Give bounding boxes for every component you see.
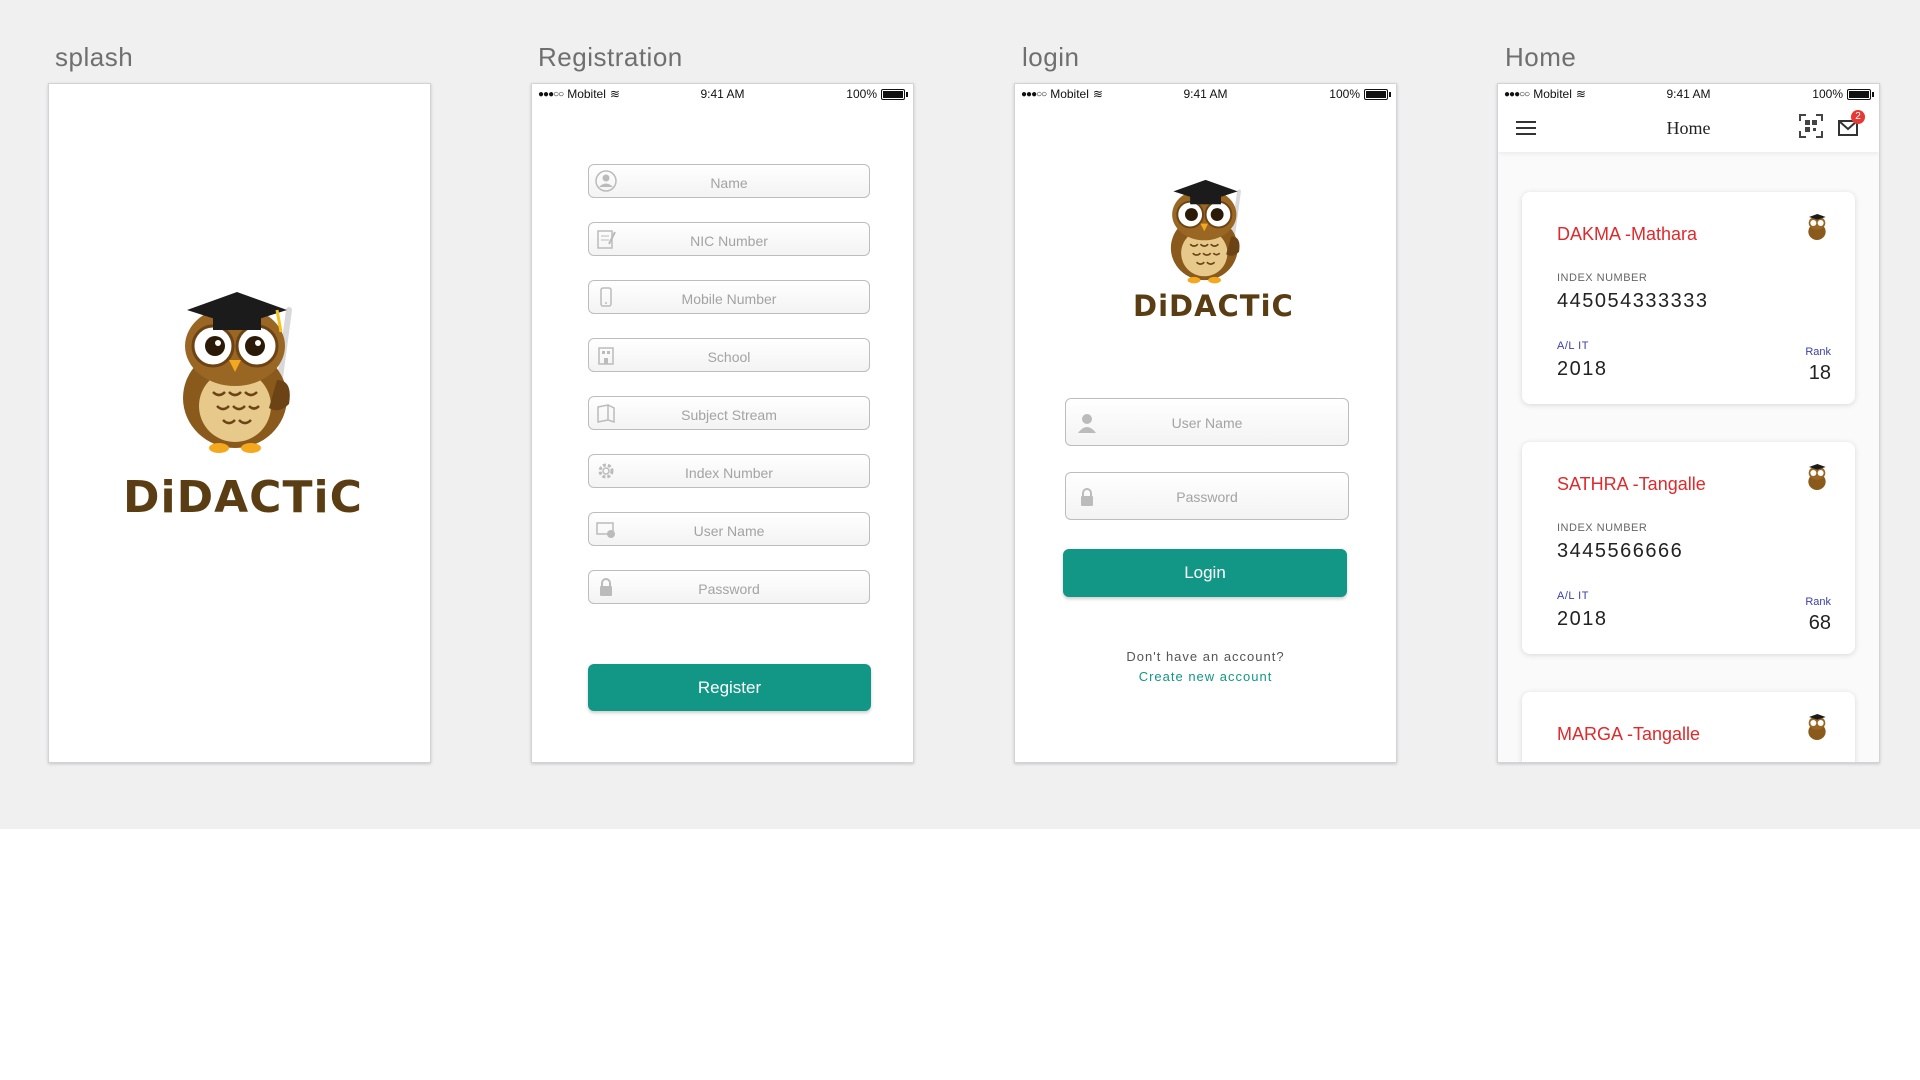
artboard-label-login: login bbox=[1022, 42, 1080, 72]
rank-label: Rank bbox=[1805, 346, 1831, 358]
user-name-placeholder: User Name bbox=[693, 523, 765, 539]
user-name-field[interactable]: User Name bbox=[588, 512, 870, 546]
battery-percent: 100% bbox=[1812, 87, 1843, 101]
battery-icon bbox=[1364, 88, 1391, 100]
index-number-label: INDEX NUMBER bbox=[1557, 522, 1648, 534]
name-placeholder: Name bbox=[710, 175, 748, 191]
nic-number-placeholder: NIC Number bbox=[690, 233, 768, 249]
login-password-field[interactable]: Password bbox=[1065, 472, 1349, 520]
qr-code-icon[interactable] bbox=[1799, 114, 1823, 138]
status-bar: ●●●○○ Mobitel ≋ 9:41 AM 100% bbox=[532, 84, 913, 104]
mail-button[interactable]: 2 bbox=[1838, 110, 1865, 138]
login-username-placeholder: User Name bbox=[1171, 415, 1243, 431]
subject-stream-placeholder: Subject Stream bbox=[681, 407, 777, 423]
login-username-field[interactable]: User Name bbox=[1065, 398, 1349, 446]
mobile-number-field[interactable]: Mobile Number bbox=[588, 280, 870, 314]
owl-logo-icon bbox=[183, 292, 292, 453]
battery-percent: 100% bbox=[1329, 87, 1360, 101]
brand-name: DiDACTiC bbox=[1133, 289, 1294, 323]
index-number-label: INDEX NUMBER bbox=[1557, 272, 1648, 284]
rank-label: Rank bbox=[1805, 596, 1831, 608]
owl-thumbnail-icon bbox=[1808, 464, 1826, 490]
year-value: 2018 bbox=[1557, 358, 1608, 380]
registration-screen: ●●●○○ Mobitel ≋ 9:41 AM 100% Name NIC Numb… bbox=[531, 83, 914, 763]
no-account-text: Don't have an account? bbox=[1126, 649, 1285, 664]
result-card[interactable]: DAKMA -Mathara INDEX NUMBER 445054333333… bbox=[1522, 192, 1855, 404]
school-placeholder: School bbox=[707, 349, 751, 365]
artboard-label-home: Home bbox=[1505, 42, 1577, 72]
artboard-label-splash: splash bbox=[55, 42, 134, 72]
login-button[interactable]: Login bbox=[1063, 549, 1347, 597]
index-number-value: 445054333333 bbox=[1557, 290, 1709, 312]
brand-name: DiDACTiC bbox=[123, 472, 363, 523]
result-card[interactable]: MARGA -Tangalle bbox=[1522, 692, 1855, 762]
card-title: DAKMA -Mathara bbox=[1557, 224, 1698, 244]
battery-icon bbox=[1847, 88, 1874, 100]
login-screen: ●●●○○ Mobitel ≋ 9:41 AM 100% DiDACTiC User… bbox=[1014, 83, 1397, 763]
subject-stream-field[interactable]: Subject Stream bbox=[588, 396, 870, 430]
login-password-placeholder: Password bbox=[1176, 489, 1238, 505]
nic-number-field[interactable]: NIC Number bbox=[588, 222, 870, 256]
stream-label: A/L IT bbox=[1557, 340, 1589, 352]
mobile-number-placeholder: Mobile Number bbox=[681, 291, 777, 307]
card-title: SATHRA -Tangalle bbox=[1557, 474, 1706, 494]
owl-thumbnail-icon bbox=[1808, 214, 1826, 240]
notification-badge: 2 bbox=[1851, 110, 1865, 124]
result-card[interactable]: SATHRA -Tangalle INDEX NUMBER 3445566666… bbox=[1522, 442, 1855, 654]
owl-thumbnail-icon bbox=[1808, 714, 1826, 740]
home-screen: ●●●○○ Mobitel ≋ 9:41 AM 100% Home 2 DAKMA … bbox=[1497, 83, 1880, 763]
password-placeholder: Password bbox=[698, 581, 760, 597]
card-title: MARGA -Tangalle bbox=[1557, 724, 1701, 744]
create-account-link[interactable]: Create new account bbox=[1015, 669, 1396, 684]
index-number-value: 3445566666 bbox=[1557, 540, 1684, 562]
rank-value: 18 bbox=[1808, 362, 1831, 384]
artboard-label-registration: Registration bbox=[538, 42, 683, 72]
index-number-placeholder: Index Number bbox=[685, 465, 773, 481]
name-field[interactable]: Name bbox=[588, 164, 870, 198]
status-bar: ●●●○○ Mobitel ≋ 9:41 AM 100% bbox=[1015, 84, 1396, 104]
design-canvas: splash Registration login Home DiDACTiC … bbox=[0, 0, 1920, 829]
index-number-field[interactable]: Index Number bbox=[588, 454, 870, 488]
status-bar: ●●●○○ Mobitel ≋ 9:41 AM 100% bbox=[1498, 84, 1879, 104]
battery-icon bbox=[881, 88, 908, 100]
home-nav-bar: Home 2 bbox=[1498, 104, 1879, 152]
owl-logo-icon bbox=[1170, 179, 1241, 284]
year-value: 2018 bbox=[1557, 608, 1608, 630]
rank-value: 68 bbox=[1808, 612, 1831, 634]
battery-percent: 100% bbox=[846, 87, 877, 101]
stream-label: A/L IT bbox=[1557, 590, 1589, 602]
register-button[interactable]: Register bbox=[588, 664, 871, 711]
password-field[interactable]: Password bbox=[588, 570, 870, 604]
splash-screen: DiDACTiC bbox=[48, 83, 431, 763]
school-field[interactable]: School bbox=[588, 338, 870, 372]
